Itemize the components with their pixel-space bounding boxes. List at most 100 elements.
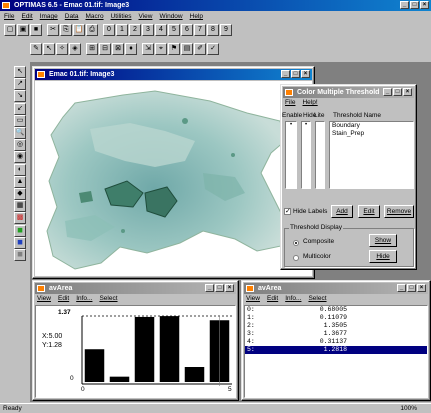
- toolbar-2-button[interactable]: 2: [129, 24, 141, 36]
- left-tool-4-button[interactable]: ▭: [14, 114, 26, 127]
- threshold-maximize-button[interactable]: □: [393, 88, 402, 96]
- toolbar-tool-h-button[interactable]: ♦: [125, 43, 137, 55]
- value-list-row[interactable]: 1: 0.11079: [245, 314, 427, 322]
- threshold-minimize-button[interactable]: _: [383, 88, 392, 96]
- toolbar-cut-button[interactable]: ✂: [47, 24, 59, 36]
- toolbar-tool-l-button[interactable]: ▤: [181, 43, 193, 55]
- hide-button[interactable]: Hide: [369, 250, 397, 263]
- chart-menu-info[interactable]: Info...: [76, 294, 92, 304]
- toolbar-tool-c-button[interactable]: ✧: [56, 43, 68, 55]
- main-menu-file[interactable]: File: [4, 12, 14, 22]
- left-tool-3-button[interactable]: ↙: [14, 102, 26, 115]
- show-button[interactable]: Show: [369, 234, 397, 247]
- main-menu-data[interactable]: Data: [65, 12, 79, 22]
- toolbar-tool-k-button[interactable]: ⚑: [168, 43, 180, 55]
- hide-column-list[interactable]: •: [301, 121, 311, 189]
- toolbar-print-button[interactable]: ⎙: [86, 24, 98, 36]
- image-maximize-button[interactable]: □: [291, 70, 300, 78]
- value-list-row[interactable]: 2: 1.3505: [245, 322, 427, 330]
- left-tool-14-button[interactable]: ◼: [14, 236, 26, 249]
- chart-menu-view[interactable]: View: [37, 294, 51, 304]
- toolbar-tool-e-button[interactable]: ⊞: [86, 43, 98, 55]
- image-close-button[interactable]: ×: [301, 70, 310, 78]
- remove-button[interactable]: Remove: [384, 205, 414, 218]
- toolbar-tool-j-button[interactable]: ⌖: [155, 43, 167, 55]
- threshold-dialog-titlebar[interactable]: Color Multiple Threshold _ □ ×: [283, 87, 414, 98]
- toolbar-new-button[interactable]: ▢: [4, 24, 16, 36]
- threshold-dialog[interactable]: Color Multiple Threshold _ □ × File Help!…: [280, 84, 417, 270]
- multicolor-radio[interactable]: [293, 255, 299, 261]
- toolbar-paste-button[interactable]: 📋: [73, 24, 85, 36]
- chart-area[interactable]: 1.37 X:5.00 Y:1.28 0 0 5: [35, 305, 236, 398]
- toolbar-copy-button[interactable]: ⎘: [60, 24, 72, 36]
- list-window-titlebar[interactable]: avArea _ □ ×: [244, 283, 428, 294]
- composite-radio[interactable]: [293, 240, 299, 246]
- main-menu-help[interactable]: Help: [190, 12, 203, 22]
- main-menu-view[interactable]: View: [139, 12, 153, 22]
- toolbar-tool-g-button[interactable]: ⊠: [112, 43, 124, 55]
- left-tool-5-button[interactable]: 🔍: [14, 127, 26, 139]
- lite-column-list[interactable]: [315, 121, 325, 189]
- image-window-titlebar[interactable]: Emac 01.tif: Image3 _ □ ×: [35, 69, 312, 80]
- left-tool-10-button[interactable]: ◆: [14, 188, 26, 200]
- chart-close-button[interactable]: ×: [225, 284, 234, 292]
- threshold-menu-file[interactable]: File: [285, 98, 295, 108]
- chart-menu-select[interactable]: Select: [99, 294, 117, 304]
- list-menu-edit[interactable]: Edit: [267, 294, 278, 304]
- toolbar-3-button[interactable]: 3: [142, 24, 154, 36]
- toolbar-0-button[interactable]: 0: [103, 24, 115, 36]
- list-menu-info[interactable]: Info...: [285, 294, 301, 304]
- toolbar-4-button[interactable]: 4: [155, 24, 167, 36]
- toolbar-tool-a-button[interactable]: ✎: [30, 43, 42, 55]
- image-minimize-button[interactable]: _: [281, 70, 290, 78]
- toolbar-6-button[interactable]: 6: [181, 24, 193, 36]
- toolbar-open-button[interactable]: ▣: [17, 24, 29, 36]
- value-list-row[interactable]: 4: 0.31137: [245, 338, 427, 346]
- main-menu-window[interactable]: Window: [160, 12, 183, 22]
- edit-button[interactable]: Edit: [358, 205, 380, 218]
- left-tool-2-button[interactable]: ↘: [14, 90, 26, 103]
- close-button[interactable]: ×: [420, 1, 429, 9]
- main-menu-image[interactable]: Image: [40, 12, 58, 22]
- toolbar-5-button[interactable]: 5: [168, 24, 180, 36]
- toolbar-9-button[interactable]: 9: [220, 24, 232, 36]
- toolbar-1-button[interactable]: 1: [116, 24, 128, 36]
- threshold-menu-help[interactable]: Help!: [302, 98, 317, 108]
- image-window[interactable]: Emac 01.tif: Image3 _ □ ×: [32, 66, 315, 279]
- list-menu-view[interactable]: View: [246, 294, 260, 304]
- value-list-row[interactable]: 5: 1.2818: [245, 346, 427, 354]
- value-list[interactable]: 0: 0.68005 1: 0.11079 2: 1.3505 3: 1.3677 4: 0.31…: [244, 305, 428, 398]
- list-menu-select[interactable]: Select: [308, 294, 326, 304]
- value-list-row[interactable]: 3: 1.3677: [245, 330, 427, 338]
- main-menu-macro[interactable]: Macro: [86, 12, 104, 22]
- list-window[interactable]: avArea _ □ × View Edit Info... Select 0: 0.6…: [241, 280, 431, 401]
- hide-labels-checkbox[interactable]: ✓: [284, 208, 291, 215]
- threshold-close-button[interactable]: ×: [403, 88, 412, 96]
- left-tool-9-button[interactable]: ▲: [14, 175, 26, 188]
- minimize-button[interactable]: _: [400, 1, 409, 9]
- enable-column-list[interactable]: •: [285, 121, 297, 189]
- left-tool-0-button[interactable]: ↖: [14, 66, 26, 78]
- chart-maximize-button[interactable]: □: [215, 284, 224, 292]
- left-tool-13-button[interactable]: ◼: [14, 224, 26, 237]
- toolbar-tool-n-button[interactable]: ✓: [207, 43, 219, 55]
- chart-menu-edit[interactable]: Edit: [58, 294, 69, 304]
- threshold-name-list[interactable]: Boundary Stain_Prep: [329, 121, 414, 189]
- toolbar-tool-b-button[interactable]: ↖: [43, 43, 55, 55]
- main-menu-edit[interactable]: Edit: [21, 12, 32, 22]
- toolbar-8-button[interactable]: 8: [207, 24, 219, 36]
- list-minimize-button[interactable]: _: [397, 284, 406, 292]
- toolbar-7-button[interactable]: 7: [194, 24, 206, 36]
- add-button[interactable]: Add: [331, 205, 353, 218]
- threshold-list-item[interactable]: Boundary: [330, 122, 413, 130]
- left-tool-6-button[interactable]: ◎: [14, 139, 26, 152]
- left-tool-15-button[interactable]: ◼: [14, 249, 26, 261]
- chart-window-titlebar[interactable]: avArea _ □ ×: [35, 283, 236, 294]
- toolbar-save-button[interactable]: ■: [30, 24, 42, 36]
- toolbar-tool-f-button[interactable]: ⊟: [99, 43, 111, 55]
- image-canvas[interactable]: [35, 81, 312, 276]
- threshold-list-item[interactable]: Stain_Prep: [330, 130, 413, 138]
- list-maximize-button[interactable]: □: [407, 284, 416, 292]
- left-tool-7-button[interactable]: ◉: [14, 151, 26, 164]
- main-menu-utilities[interactable]: Utilities: [111, 12, 132, 22]
